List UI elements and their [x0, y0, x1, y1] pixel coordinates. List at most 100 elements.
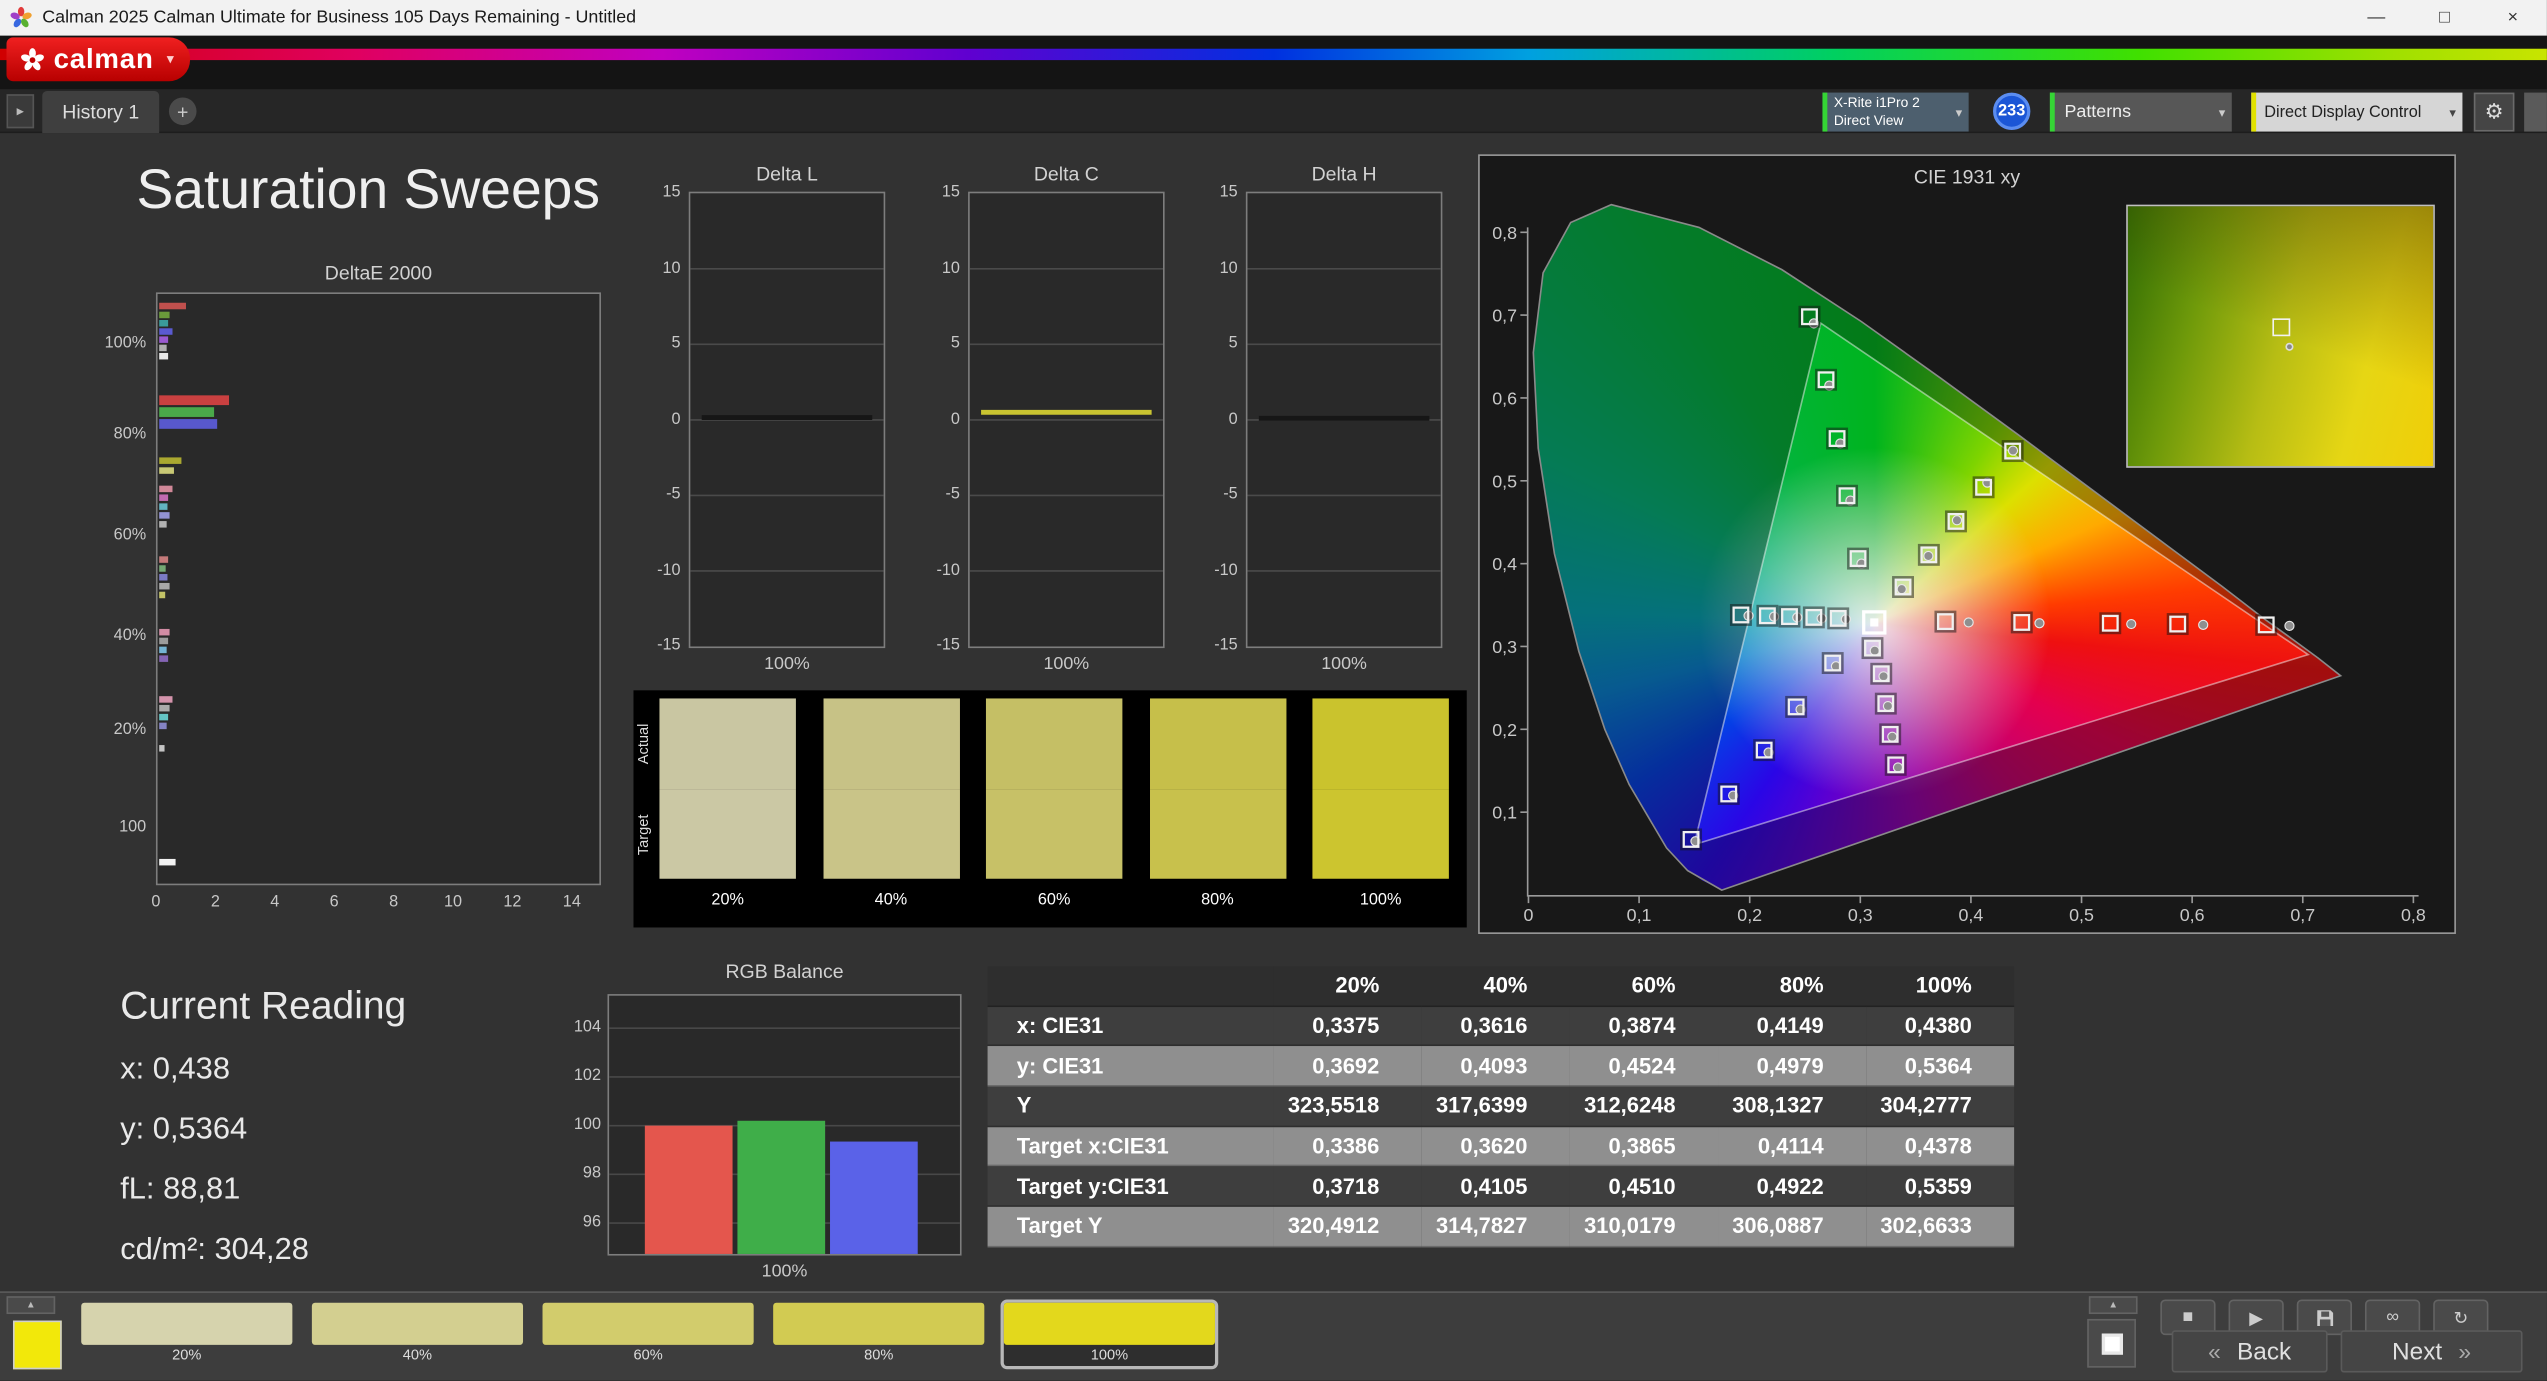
main-content: Saturation Sweeps DeltaE 2000 100% 80% 60%… [0, 133, 2547, 1292]
cie-y-tick-label: 0,4 [1492, 554, 1517, 574]
cie-target-marker-red [1936, 613, 1954, 631]
chevron-down-icon: ▾ [2449, 104, 2456, 120]
maximize-button[interactable]: □ [2410, 0, 2478, 36]
table-value-cell: 0,3692 [1273, 1046, 1422, 1087]
delta-h-y-label: -10 [1214, 561, 1238, 580]
meter-name: X-Rite i1Pro 2 [1833, 94, 1920, 112]
toolbar-edge-button[interactable] [2524, 92, 2547, 132]
swatch-label: 100% [1359, 891, 1402, 910]
gear-icon: ⚙ [2484, 99, 2504, 124]
delta-l-y-label: -15 [657, 636, 681, 655]
rgb-y-label: 104 [573, 1018, 601, 1037]
deltae-bar [159, 646, 167, 654]
deltae-bar [159, 628, 170, 636]
add-tab-button[interactable]: + [168, 97, 197, 126]
deltae-bar [159, 704, 170, 712]
display-control-dropdown[interactable]: Direct Display Control ▾ [2251, 92, 2463, 132]
cie-x-tick-label: 0,2 [1737, 905, 1762, 925]
collapse-right-button[interactable]: ▲ [2088, 1296, 2138, 1315]
pane-toggle-button[interactable]: ▸ [6, 94, 35, 129]
deltae-bar [159, 655, 169, 662]
pattern-swatch-color [311, 1302, 524, 1345]
deltae-bar [159, 457, 182, 464]
calman-logo-menu[interactable]: calman ▾ [6, 37, 191, 82]
tab-history-1[interactable]: History 1 [42, 90, 160, 134]
rainbow-strip [0, 48, 2547, 61]
collapse-left-button[interactable]: ▲ [6, 1296, 56, 1315]
back-label: Back [2237, 1337, 2292, 1366]
table-column-header: 80% [1717, 966, 1866, 1007]
cie-measured-dot-red [2284, 620, 2295, 631]
delta-h-y-label: 0 [1228, 410, 1238, 429]
delta-c-y-label: -5 [945, 485, 960, 504]
next-chevron-icon: » [2458, 1338, 2472, 1365]
current-reading-title: Current Reading [120, 984, 407, 1029]
current-reading-x: x: 0,438 [120, 1052, 231, 1087]
cie-1931-diagram: CIE 1931 xy 0 0,1 0,2 0,3 0,4 0,5 0,6 0,7 0,8 0,1… [1478, 154, 2456, 934]
table-value-cell: 0,3718 [1273, 1166, 1422, 1208]
deltae-bar [159, 745, 165, 752]
up-triangle-icon: ▲ [26, 1300, 36, 1310]
measurement-table: 20% 40% 60% 80% 100% x: CIE31 0,3375 0,3616 0,38… [987, 966, 2015, 1248]
pattern-swatch-label: 40% [402, 1346, 433, 1363]
table-value-cell: 0,4380 [1865, 1006, 2015, 1047]
chevron-down-icon: ▾ [1955, 104, 1963, 120]
tab-history-1-label: History 1 [62, 100, 140, 124]
pattern-swatch-60%[interactable]: 60% [539, 1299, 757, 1369]
table-value-cell: 0,4524 [1569, 1046, 1718, 1087]
delta-c-y-label: 15 [941, 183, 960, 202]
table-value-cell: 302,6633 [1865, 1207, 2015, 1248]
rgb-y-label: 102 [573, 1067, 601, 1086]
deltae-bar [159, 328, 173, 335]
pattern-window-button[interactable] [2087, 1318, 2136, 1368]
rgb-balance-plot-area [607, 994, 962, 1256]
back-button[interactable]: « Back [2171, 1330, 2328, 1373]
page-title: Saturation Sweeps [136, 159, 601, 221]
pattern-swatch-20%[interactable]: 20% [78, 1299, 296, 1369]
next-button[interactable]: Next » [2340, 1330, 2523, 1373]
current-pattern-preview[interactable] [12, 1320, 62, 1370]
cie-measured-dot-magenta [1869, 645, 1880, 656]
cie-measured-dot-magenta [1887, 731, 1898, 742]
actual-swatch [659, 698, 796, 789]
close-button[interactable]: × [2479, 0, 2547, 36]
target-row-label: Target [635, 813, 652, 855]
rgb-balance-x-label: 100% [761, 1262, 808, 1282]
up-triangle-icon: ▲ [2108, 1300, 2119, 1310]
settings-gear-button[interactable]: ⚙ [2473, 92, 2515, 132]
table-value-cell: 0,3616 [1421, 1006, 1570, 1047]
meter-dropdown-labels: X-Rite i1Pro 2 Direct View [1827, 95, 1949, 130]
deltae-bar [159, 556, 169, 563]
pattern-swatch-40%[interactable]: 40% [309, 1299, 527, 1369]
deltae-bar [159, 336, 169, 343]
target-swatch [1312, 788, 1449, 879]
deltae-bar [159, 521, 167, 528]
delta-l-plot-area [688, 191, 886, 649]
patterns-dropdown[interactable]: Patterns ▾ [2049, 92, 2232, 132]
delta-c-title: Delta C [1033, 162, 1099, 186]
table-row-label: Target Y [987, 1207, 1274, 1248]
table-value-cell: 306,0887 [1717, 1207, 1866, 1248]
cie-y-tick-label: 0,1 [1492, 803, 1517, 823]
deltae-x-label: 12 [503, 893, 522, 912]
delta-h-chart: Delta H 15 10 5 0 -5 -10 -15 100% [1204, 162, 1448, 682]
cie-y-tick-label: 0,3 [1492, 637, 1517, 657]
delta-h-y-label: -5 [1223, 485, 1238, 504]
minimize-button[interactable]: — [2342, 0, 2410, 36]
deltae-x-label: 14 [562, 893, 581, 912]
deltae-bar [159, 494, 169, 501]
pattern-swatch-80%[interactable]: 80% [770, 1299, 988, 1369]
meter-dropdown[interactable]: X-Rite i1Pro 2 Direct View ▾ [1822, 92, 1969, 132]
rgb-bar-green [737, 1120, 826, 1254]
rgb-balance-y-axis: 104 102 100 98 96 [572, 960, 603, 1285]
cie-y-tick-label: 0,8 [1492, 223, 1517, 243]
cie-y-tick-label: 0,2 [1492, 720, 1517, 740]
cie-measured-dot-red [1963, 617, 1974, 628]
pattern-swatch-color [773, 1302, 985, 1345]
table-row-label: y: CIE31 [987, 1046, 1274, 1087]
meter-count-badge[interactable]: 233 [1993, 92, 2031, 130]
deltae-bar [159, 713, 169, 721]
swatch-label: 20% [711, 891, 744, 910]
rgb-bar-red [644, 1125, 733, 1254]
pattern-swatch-100%[interactable]: 100% [1000, 1299, 1219, 1370]
